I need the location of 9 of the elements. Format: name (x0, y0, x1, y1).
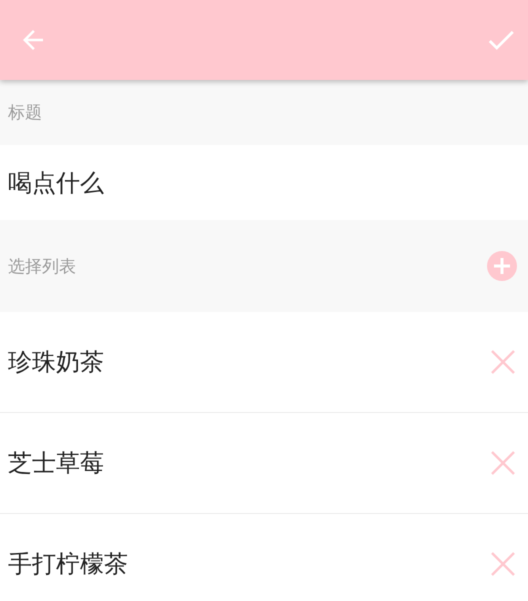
item-label: 芝士草莓 (8, 448, 104, 479)
list-row[interactable]: 芝士草莓 (0, 413, 528, 514)
section-label: 选择列表 (7, 256, 77, 278)
item-label: 手打柠檬茶 (8, 549, 128, 580)
list-row[interactable]: 珍珠奶茶 (0, 312, 528, 413)
section-label: 标题 (7, 102, 43, 124)
list-row[interactable]: 手打柠檬茶 (0, 514, 528, 601)
item-label: 珍珠奶茶 (8, 347, 104, 378)
title-field[interactable]: 喝点什么 (0, 145, 528, 220)
